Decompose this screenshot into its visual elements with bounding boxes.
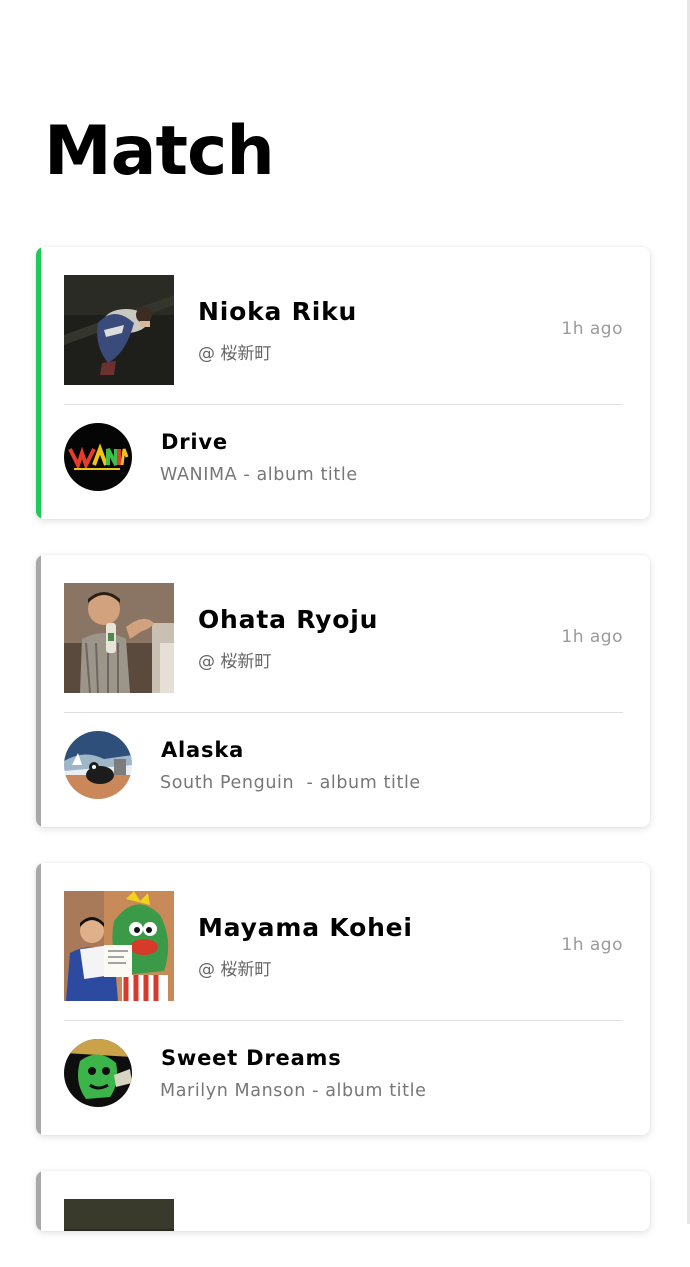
song-title: Drive <box>161 430 228 454</box>
song-title: Alaska <box>161 738 245 762</box>
song-artist-album: Marilyn Manson - album title <box>160 1081 427 1101</box>
user-name: Mayama Kohei <box>198 913 413 942</box>
match-timestamp: 1h ago <box>561 627 623 647</box>
page-title: Match <box>44 112 275 191</box>
wanima-album-art-icon[interactable] <box>64 423 132 491</box>
card-accent-bar <box>36 555 41 827</box>
south-penguin-album-art-icon[interactable] <box>64 731 132 799</box>
marilyn-manson-album-art-icon[interactable] <box>64 1039 132 1107</box>
card-accent-bar <box>36 1171 41 1231</box>
song-title: Sweet Dreams <box>161 1046 342 1070</box>
user-photo[interactable] <box>64 583 174 693</box>
match-list: Nioka Riku @ 桜新町 1h ago Drive WANIMA - a… <box>36 247 650 1267</box>
song-artist-album: WANIMA - album title <box>160 465 358 485</box>
user-name: Nioka Riku <box>198 297 358 326</box>
card-divider <box>64 1020 623 1021</box>
match-timestamp: 1h ago <box>561 935 623 955</box>
user-location: @ 桜新町 <box>198 960 272 980</box>
user-location: @ 桜新町 <box>198 652 272 672</box>
card-divider <box>64 404 623 405</box>
match-card[interactable]: Mayama Kohei @ 桜新町 1h ago Sweet Dreams M… <box>36 863 650 1135</box>
user-location: @ 桜新町 <box>198 344 272 364</box>
user-photo[interactable] <box>64 891 174 1001</box>
card-divider <box>64 712 623 713</box>
match-card[interactable]: Ohata Ryoju @ 桜新町 1h ago Alaska South Pe… <box>36 555 650 827</box>
user-photo[interactable] <box>64 275 174 385</box>
card-accent-bar <box>36 863 41 1135</box>
user-photo[interactable] <box>64 1199 174 1231</box>
user-name: Ohata Ryoju <box>198 605 379 634</box>
card-accent-bar <box>36 247 41 519</box>
match-timestamp: 1h ago <box>561 319 623 339</box>
match-card[interactable]: Nioka Riku @ 桜新町 1h ago Drive WANIMA - a… <box>36 247 650 519</box>
song-artist-album: South Penguin - album title <box>160 773 421 793</box>
match-card[interactable] <box>36 1171 650 1231</box>
